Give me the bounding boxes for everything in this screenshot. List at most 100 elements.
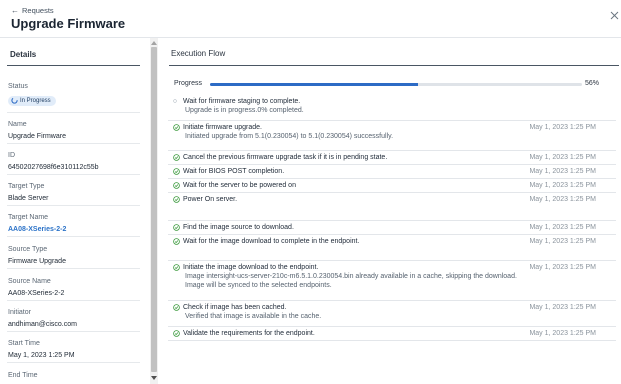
start-time-value: May 1, 2023 1:25 PM [8, 352, 75, 359]
page-title: Upgrade Firmware [11, 16, 126, 31]
divider [7, 300, 140, 301]
id-value: 64502027698f6e310112c55b [8, 164, 99, 171]
source-type-label: Source Type [8, 246, 48, 253]
step-title: Validate the requirements for the endpoi… [183, 330, 315, 337]
step-title: Initiate the image download to the endpo… [183, 264, 319, 271]
divider [7, 268, 140, 269]
check-circle-icon [173, 124, 180, 131]
target-type-label: Target Type [8, 183, 45, 190]
step-title: Power On server. [183, 196, 238, 203]
step-timestamp: May 1, 2023 1:25 PM [529, 224, 596, 231]
divider [7, 236, 140, 237]
execution-step: Wait for the server to be powered on May … [168, 179, 616, 193]
name-label: Name [8, 121, 27, 128]
execution-step: Check if image has been cached. Verified … [168, 301, 616, 327]
execution-steps-list: Wait for firmware staging to complete. Up… [168, 95, 616, 341]
step-timestamp: May 1, 2023 1:25 PM [529, 304, 596, 311]
scroll-down-arrow-icon[interactable] [150, 375, 158, 381]
arrow-left-icon: ← [11, 5, 19, 15]
source-name-value: AA08-XSeries-2-2 [8, 290, 65, 297]
step-title: Initiate firmware upgrade. [183, 124, 262, 131]
divider [7, 331, 140, 332]
start-time-field: Start Time May 1, 2023 1:25 PM [8, 339, 143, 360]
check-circle-icon [173, 238, 180, 245]
execution-step: Initiate the image download to the endpo… [168, 261, 616, 301]
name-value: Upgrade Firmware [8, 133, 66, 140]
source-type-value: Firmware Upgrade [8, 258, 66, 265]
step-title: Check if image has been cached. [183, 304, 287, 311]
initiator-field: Initiator andhiman@cisco.com [8, 308, 143, 329]
step-title: Wait for the server to be powered on [183, 182, 296, 189]
target-name-field: Target Name AA08-XSeries-2-2 [8, 213, 143, 234]
name-field: Name Upgrade Firmware [8, 120, 143, 141]
step-title: Wait for the image download to complete … [183, 238, 360, 245]
details-panel: Details Status In Progress Name Upgrade … [0, 38, 150, 384]
check-circle-icon [173, 330, 180, 337]
progress-row: Progress 56% [174, 80, 614, 90]
source-name-label: Source Name [8, 278, 51, 285]
step-timestamp: May 1, 2023 1:25 PM [529, 238, 596, 245]
end-time-field: End Time [8, 371, 143, 380]
target-name-link[interactable]: AA08-XSeries-2-2 [8, 225, 143, 234]
status-field: Status In Progress [8, 82, 143, 109]
step-description: Upgrade is in progress.0% completed. [185, 107, 304, 114]
divider [7, 205, 140, 206]
close-icon [610, 11, 619, 20]
step-title: Cancel the previous firmware upgrade tas… [183, 154, 388, 161]
scroll-up-arrow-icon[interactable] [150, 40, 158, 46]
target-type-field: Target Type Blade Server [8, 182, 143, 203]
back-to-requests-link[interactable]: ← Requests [11, 6, 54, 15]
step-title: Find the image source to download. [183, 224, 294, 231]
progress-percent: 56% [584, 80, 599, 87]
execution-step: Initiate firmware upgrade. Initiated upgr… [168, 121, 616, 151]
divider [7, 112, 140, 113]
execution-step: Find the image source to download. May 1,… [168, 221, 616, 235]
start-time-label: Start Time [8, 340, 40, 347]
check-circle-icon [173, 168, 180, 175]
initiator-label: Initiator [8, 309, 31, 316]
status-badge: In Progress [8, 95, 56, 106]
status-label: Status [8, 83, 28, 90]
check-circle-icon [173, 182, 180, 189]
step-timestamp: May 1, 2023 1:25 PM [529, 182, 596, 189]
step-description: Verified that image is available in the … [185, 313, 322, 320]
target-name-label: Target Name [8, 214, 49, 221]
page-header: ← Requests Upgrade Firmware [0, 0, 621, 38]
step-timestamp: May 1, 2023 1:25 PM [529, 168, 596, 175]
target-type-value: Blade Server [8, 195, 49, 202]
pending-icon [173, 99, 177, 103]
check-circle-icon [173, 304, 180, 311]
back-link-label: Requests [22, 6, 54, 15]
step-timestamp: May 1, 2023 1:25 PM [529, 330, 596, 337]
details-heading-underline [7, 65, 140, 66]
check-circle-icon [173, 196, 180, 203]
scrollbar-thumb[interactable] [151, 47, 157, 372]
execution-flow-heading: Execution Flow [171, 49, 226, 58]
source-name-field: Source Name AA08-XSeries-2-2 [8, 277, 143, 298]
step-title: Wait for firmware staging to complete. [183, 98, 301, 105]
step-title: Wait for BIOS POST completion. [183, 168, 285, 175]
status-value: In Progress [20, 97, 51, 104]
execution-step: Validate the requirements for the endpoi… [168, 327, 616, 341]
details-scrollbar[interactable] [150, 38, 158, 384]
divider [7, 174, 140, 175]
id-label: ID [8, 152, 15, 159]
step-description: Initiated upgrade from 5.1(0.230054) to … [185, 133, 394, 140]
step-timestamp: May 1, 2023 1:25 PM [529, 264, 596, 271]
check-circle-icon [173, 154, 180, 161]
step-timestamp: May 1, 2023 1:25 PM [529, 154, 596, 161]
execution-step: Power On server. May 1, 2023 1:25 PM [168, 193, 616, 221]
execution-flow-panel: Execution Flow Progress 56% Wait for fir… [160, 38, 621, 384]
execution-step: Cancel the previous firmware upgrade tas… [168, 151, 616, 165]
progress-label: Progress [174, 80, 203, 87]
check-circle-icon [173, 224, 180, 231]
step-timestamp: May 1, 2023 1:25 PM [529, 124, 596, 131]
in-progress-icon [11, 97, 18, 104]
check-circle-icon [173, 264, 180, 271]
end-time-label: End Time [8, 372, 38, 379]
details-heading: Details [10, 50, 37, 59]
id-field: ID 64502027698f6e310112c55b [8, 151, 143, 172]
divider [7, 362, 140, 363]
progress-bar-fill [210, 83, 419, 86]
close-button[interactable] [610, 7, 619, 20]
